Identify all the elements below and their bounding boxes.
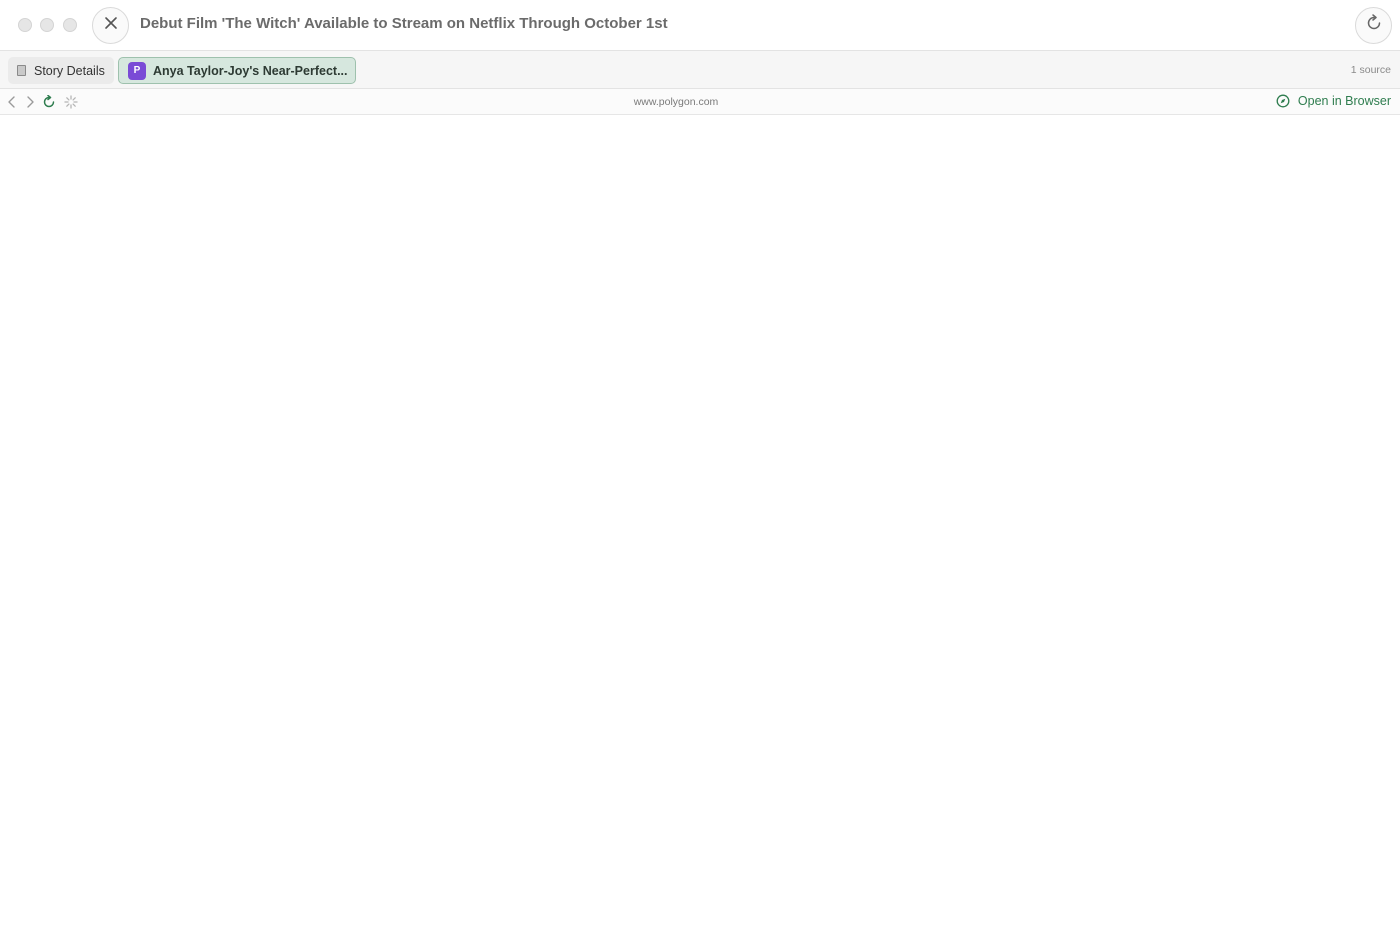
window-zoom-dot[interactable]	[63, 18, 77, 32]
tab-bar: Story Details P Anya Taylor-Joy's Near-P…	[0, 51, 1400, 89]
refresh-icon	[1365, 14, 1383, 37]
compass-icon	[1276, 94, 1290, 108]
refresh-button[interactable]	[1355, 7, 1392, 44]
tab-article[interactable]: P Anya Taylor-Joy's Near-Perfect...	[118, 57, 356, 84]
tab-label: Anya Taylor-Joy's Near-Perfect...	[153, 63, 348, 78]
window-minimize-dot[interactable]	[40, 18, 54, 32]
title-bar: Debut Film 'The Witch' Available to Stre…	[0, 0, 1400, 51]
open-in-browser-button[interactable]: Open in Browser	[1276, 94, 1391, 108]
web-content-area[interactable]	[0, 115, 1400, 925]
url-display: www.polygon.com	[633, 96, 719, 108]
nav-bar: www.polygon.com Open in Browser	[0, 89, 1400, 115]
close-button[interactable]	[92, 7, 129, 44]
source-count: 1 source	[1350, 64, 1391, 76]
close-icon	[104, 16, 118, 35]
tab-story-details[interactable]: Story Details	[8, 57, 114, 84]
window-close-dot[interactable]	[18, 18, 32, 32]
tab-label: Story Details	[34, 63, 105, 78]
source-badge: P	[128, 61, 146, 80]
open-in-browser-label: Open in Browser	[1297, 94, 1391, 108]
window-title: Debut Film 'The Witch' Available to Stre…	[140, 15, 668, 32]
document-icon	[17, 65, 26, 76]
